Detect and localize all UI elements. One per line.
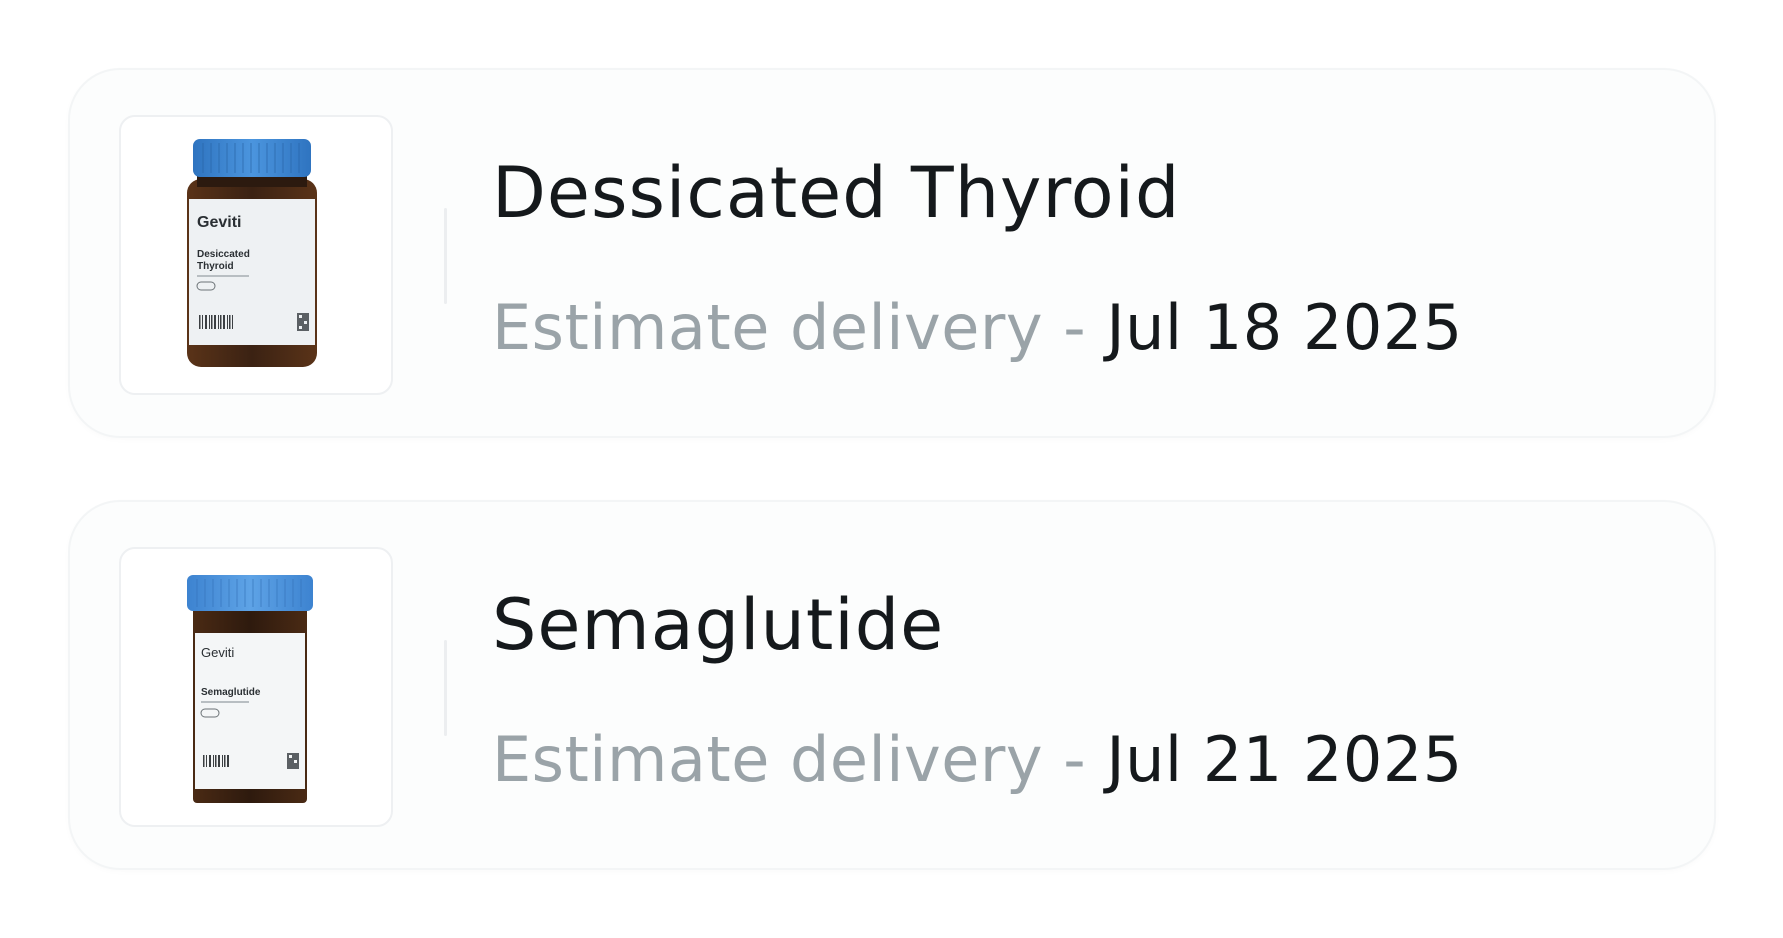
product-name: Dessicated Thyroid [492, 152, 1181, 234]
svg-text:Semaglutide: Semaglutide [201, 687, 261, 698]
delivery-label: Estimate delivery - [492, 291, 1107, 364]
svg-text:Desiccated: Desiccated [197, 249, 250, 260]
delivery-date: Jul 21 2025 [1106, 723, 1463, 796]
order-card[interactable]: Geviti Desiccated Thyroid Dessicated Thy… [68, 68, 1716, 438]
delivery-estimate: Estimate delivery - Jul 18 2025 [492, 288, 1463, 368]
delivery-label: Estimate delivery - [492, 723, 1107, 796]
product-image: Geviti Semaglutide [119, 547, 393, 827]
delivery-date: Jul 18 2025 [1106, 291, 1463, 364]
divider [444, 208, 447, 304]
brand-label: Geviti [197, 214, 241, 231]
supplement-bottle-icon: Geviti Desiccated Thyroid [187, 139, 317, 367]
order-card[interactable]: Geviti Semaglutide Semaglutide Estimate … [68, 500, 1716, 870]
product-name: Semaglutide [492, 584, 945, 666]
delivery-estimate: Estimate delivery - Jul 21 2025 [492, 720, 1463, 800]
product-image: Geviti Desiccated Thyroid [119, 115, 393, 395]
supplement-bottle-icon: Geviti Semaglutide [187, 575, 313, 803]
svg-text:Thyroid: Thyroid [197, 261, 234, 272]
brand-label: Geviti [201, 645, 234, 660]
orders-list: Geviti Desiccated Thyroid Dessicated Thy… [68, 68, 1716, 932]
divider [444, 640, 447, 736]
